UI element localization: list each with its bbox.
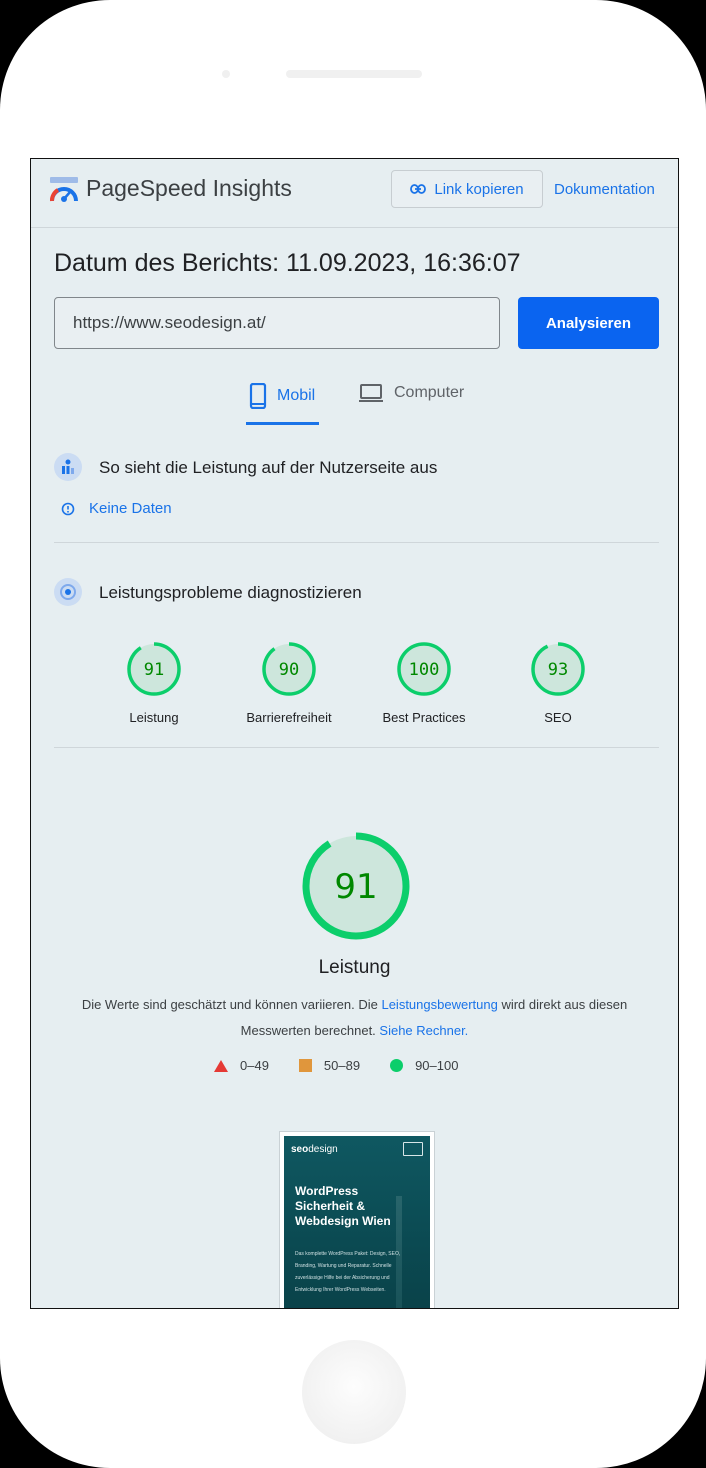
score-gauge[interactable]: 90 [261, 641, 317, 697]
info-icon [61, 502, 75, 515]
front-camera [222, 70, 230, 78]
diagnostics-icon [54, 578, 82, 606]
url-input-value: https://www.seodesign.at/ [73, 313, 266, 332]
orange-square-icon [298, 1059, 312, 1072]
score-value: 93 [548, 660, 568, 680]
score-label: Barrierefreiheit [246, 710, 332, 725]
section-divider [54, 747, 659, 748]
tab-desktop[interactable]: Computer [358, 383, 464, 403]
screen: PageSpeed Insights Link kopieren Dokumen… [30, 158, 679, 1309]
tab-mobile[interactable]: Mobil [249, 383, 315, 409]
score-gauge[interactable]: 91 [126, 641, 182, 697]
performance-score: 91 [334, 867, 377, 907]
section-divider [54, 542, 659, 543]
legend-label: 50–89 [323, 1058, 361, 1073]
tab-desktop-label: Computer [394, 384, 465, 401]
thumbnail-text: Das komplette WordPress Paket: Design, S… [295, 1251, 401, 1293]
desc-text: Die Werte sind geschätzt und können vari… [81, 997, 382, 1012]
performance-label: Leistung [318, 957, 391, 978]
score-value: 100 [409, 660, 440, 680]
calculator-link[interactable]: Siehe Rechner. [379, 1023, 468, 1038]
red-triangle-icon [214, 1059, 228, 1072]
report-date: Datum des Berichts: 11.09.2023, 16:36:07 [54, 249, 521, 277]
documentation-link[interactable]: Dokumentation [554, 181, 655, 198]
legend-label: 0–49 [240, 1058, 269, 1073]
copy-link-label: Link kopieren [434, 180, 524, 198]
url-input[interactable]: https://www.seodesign.at/ [54, 297, 500, 349]
legend-pass: 90–100 [390, 1058, 458, 1073]
analyze-button[interactable]: Analysieren [518, 297, 659, 349]
legend-average: 50–89 [298, 1058, 361, 1073]
score-value: 90 [279, 660, 299, 680]
page-screenshot-thumbnail[interactable]: seodesign WordPress Sicherheit & Webdesi… [279, 1131, 435, 1308]
earpiece-speaker [286, 70, 422, 78]
field-data-title: So sieht die Leistung auf der Nutzerseit… [99, 458, 438, 477]
link-icon [410, 184, 427, 194]
thumbnail-headline: WordPress Sicherheit & Webdesign Wien [295, 1184, 391, 1228]
laptop-icon [359, 384, 383, 402]
phone-frame: PageSpeed Insights Link kopieren Dokumen… [0, 0, 706, 1468]
diagnostics-title: Leistungsprobleme diagnostizieren [99, 583, 362, 602]
field-data-icon [54, 453, 82, 481]
app-title: PageSpeed Insights [86, 175, 292, 201]
phone-icon [249, 383, 267, 409]
app-header: PageSpeed Insights Link kopieren Dokumen… [31, 159, 678, 228]
performance-gauge: 91 [302, 832, 410, 940]
no-data-link[interactable]: Keine Daten [61, 500, 172, 517]
active-tab-indicator [246, 422, 319, 425]
score-gauge[interactable]: 100 [396, 641, 452, 697]
legend-fail: 0–49 [214, 1058, 269, 1073]
green-circle-icon [390, 1059, 404, 1072]
score-gauge[interactable]: 93 [530, 641, 586, 697]
performance-score-link[interactable]: Leistungsbewertung [381, 997, 497, 1012]
thumbnail-logo: seodesign [291, 1144, 338, 1155]
pagespeed-logo-icon [50, 177, 78, 202]
hamburger-menu-icon [403, 1142, 423, 1156]
tab-mobile-label: Mobil [277, 387, 316, 404]
performance-description: Die Werte sind geschätzt und können vari… [71, 992, 638, 1044]
copy-link-button[interactable]: Link kopieren [391, 170, 543, 208]
score-label: Best Practices [382, 710, 466, 725]
home-button[interactable] [302, 1340, 406, 1444]
no-data-label: Keine Daten [89, 500, 172, 517]
legend-label: 90–100 [415, 1058, 459, 1073]
score-label: Leistung [129, 710, 179, 725]
score-label: SEO [544, 710, 572, 725]
score-legend: 0–49 50–89 90–100 [214, 1058, 488, 1073]
thumbnail-content: seodesign WordPress Sicherheit & Webdesi… [284, 1136, 430, 1308]
score-value: 91 [144, 660, 164, 680]
